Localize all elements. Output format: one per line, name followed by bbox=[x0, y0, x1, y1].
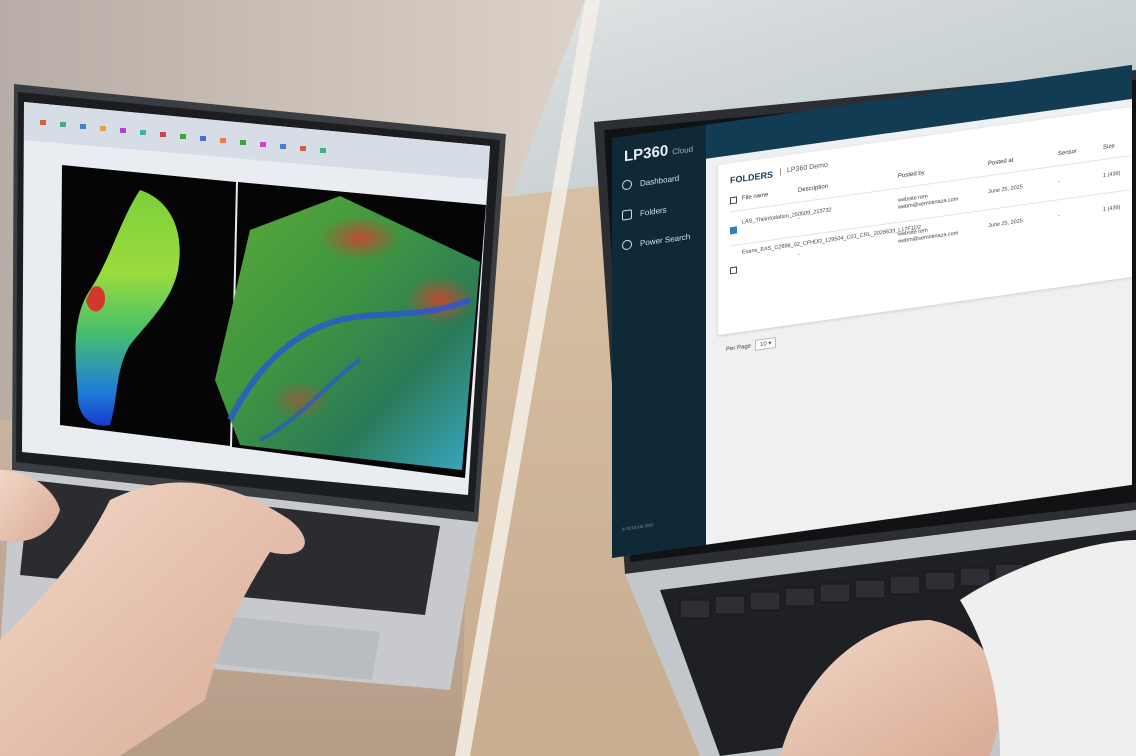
speedometer-icon bbox=[622, 179, 632, 191]
row-checkbox[interactable] bbox=[730, 226, 737, 235]
table-row-sensor: - bbox=[1058, 179, 1060, 186]
logo-subtext: Cloud bbox=[672, 144, 694, 157]
column-header-size[interactable]: Size bbox=[1103, 143, 1115, 151]
table-row-description: - bbox=[798, 215, 800, 222]
nav-power-search[interactable]: Power Search bbox=[622, 231, 690, 251]
sidebar-footer: © GEOCUE 2025 bbox=[622, 522, 654, 532]
column-header-posted-by[interactable]: Posted by bbox=[898, 170, 925, 180]
table-row-posted-by: website rem webm@semntinaza.com bbox=[898, 193, 959, 211]
per-page-select[interactable]: 10 ▾ bbox=[755, 336, 777, 351]
main-content: FOLDERS LP360 Demo File name Description… bbox=[706, 98, 1132, 545]
table-row-file[interactable]: Evans_EAS_C2698_02_CFHDD_129504_C01_CRL_… bbox=[742, 225, 921, 256]
table-row-file[interactable]: LAS_Theinfodation_250509_213732 bbox=[742, 207, 832, 227]
column-header-file-name[interactable]: File name bbox=[742, 192, 768, 202]
sidebar: LP360 Cloud Dashboard Folders Power Searc… bbox=[612, 124, 706, 559]
column-header-sensor[interactable]: Sensor bbox=[1058, 149, 1077, 158]
app-logo: LP360 Cloud bbox=[624, 139, 694, 166]
select-all-checkbox[interactable] bbox=[730, 196, 737, 205]
row-checkbox[interactable] bbox=[730, 266, 737, 275]
table-row-posted-at: June 25, 2025 bbox=[988, 184, 1023, 196]
search-person-icon bbox=[622, 239, 632, 251]
nav-folders-label: Folders bbox=[640, 204, 667, 218]
column-header-description[interactable]: Description bbox=[798, 184, 828, 194]
folder-icon bbox=[622, 209, 632, 221]
per-page-control: Per Page 10 ▾ bbox=[726, 336, 777, 355]
lp360-app: LP360 Cloud Dashboard Folders Power Searc… bbox=[612, 64, 1132, 559]
per-page-label: Per Page bbox=[726, 343, 752, 353]
column-header-posted-at[interactable]: Posted at bbox=[988, 158, 1013, 168]
breadcrumb-subtitle[interactable]: LP360 Demo bbox=[780, 161, 828, 176]
table-row-size: 1 (439) bbox=[1103, 170, 1121, 179]
table-row-description: - bbox=[798, 251, 800, 258]
nav-dashboard-label: Dashboard bbox=[640, 173, 680, 188]
per-page-value: 10 bbox=[760, 341, 767, 349]
table-row-sensor: - bbox=[1058, 213, 1060, 220]
nav-dashboard[interactable]: Dashboard bbox=[622, 173, 679, 191]
table-row-posted-by: website rem webm@semntinaza.com bbox=[898, 227, 959, 245]
logo-text: LP360 bbox=[624, 142, 669, 166]
nav-power-search-label: Power Search bbox=[640, 231, 691, 248]
table-row-size: 1 (439) bbox=[1103, 204, 1121, 213]
nav-folders[interactable]: Folders bbox=[622, 204, 667, 221]
breadcrumb-title: FOLDERS bbox=[730, 169, 774, 186]
table-row-posted-at: June 25, 2025 bbox=[988, 218, 1023, 230]
